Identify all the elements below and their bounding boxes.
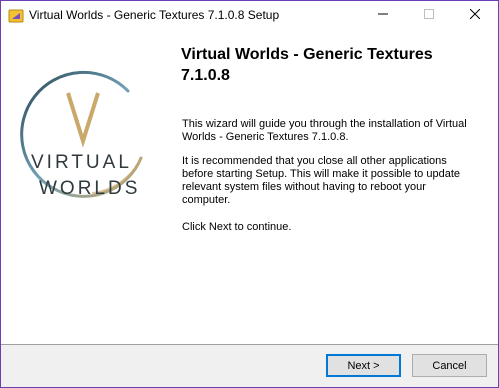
logo-text-virtual: VIRTUAL	[31, 152, 132, 173]
title-bar[interactable]: Virtual Worlds - Generic Textures 7.1.0.…	[1, 1, 498, 30]
next-button[interactable]: Next >	[326, 354, 401, 377]
minimize-button[interactable]	[360, 1, 406, 30]
logo-panel: VIRTUAL WORLDS	[1, 30, 166, 344]
close-button[interactable]	[452, 1, 498, 30]
window-title: Virtual Worlds - Generic Textures 7.1.0.…	[29, 8, 280, 22]
maximize-button[interactable]	[406, 1, 452, 30]
wizard-content: VIRTUAL WORLDS Virtual Worlds - Generic …	[1, 30, 498, 344]
recommendation-paragraph: It is recommended that you close all oth…	[182, 155, 461, 206]
continue-paragraph: Click Next to continue.	[182, 221, 292, 233]
maximize-icon	[424, 9, 434, 22]
setup-window: Virtual Worlds - Generic Textures 7.1.0.…	[0, 0, 499, 388]
wizard-heading: Virtual Worlds - Generic Textures 7.1.0.…	[181, 46, 433, 84]
installer-icon	[8, 8, 24, 24]
intro-paragraph: This wizard will guide you through the i…	[182, 118, 467, 143]
footer-divider	[1, 344, 498, 345]
logo-text-worlds: WORLDS	[39, 178, 141, 199]
cancel-button[interactable]: Cancel	[412, 354, 487, 377]
minimize-icon	[378, 9, 388, 22]
close-icon	[469, 8, 481, 22]
